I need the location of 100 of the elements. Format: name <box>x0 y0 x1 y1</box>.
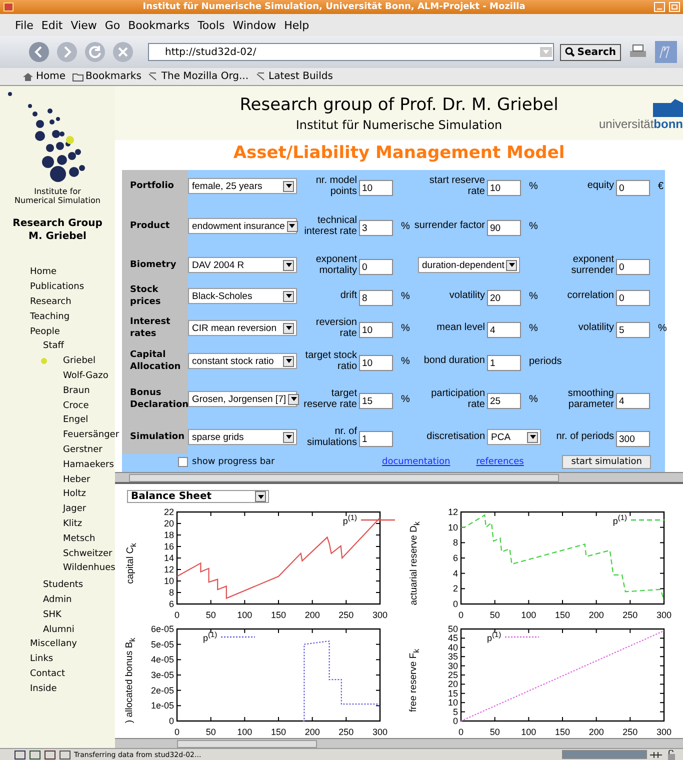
dropdown[interactable]: constant stock ratio <box>188 353 297 369</box>
dropdown[interactable]: duration-dependent <box>418 257 520 273</box>
dropdown[interactable]: female, 25 years <box>188 178 297 194</box>
number-field[interactable]: 5 <box>616 322 650 338</box>
scrollbar[interactable] <box>115 472 683 482</box>
text-link[interactable]: references <box>476 457 524 467</box>
number-field[interactable]: 15 <box>359 393 393 410</box>
number-field[interactable]: 1 <box>487 355 521 372</box>
address-field[interactable]: http://stud32d-02/ <box>148 43 554 61</box>
nav-link[interactable]: Admin <box>0 592 115 608</box>
number-field[interactable]: 0 <box>616 259 650 276</box>
menu-item[interactable]: Tools <box>194 16 228 34</box>
number-field[interactable]: 20 <box>487 290 521 306</box>
throbber-icon[interactable] <box>655 41 677 63</box>
nav-link[interactable]: Gerstner <box>0 442 115 458</box>
nav-link[interactable]: Wildenhues <box>0 560 115 576</box>
app-icon[interactable] <box>3 2 14 12</box>
page-title: Asset/Liability Management Model <box>232 142 566 165</box>
scrollbar[interactable] <box>115 738 683 748</box>
bookmark-link[interactable]: The Mozilla Org... <box>147 71 249 82</box>
nav-link[interactable]: Croce <box>0 398 115 413</box>
nav-link[interactable]: Publications <box>0 280 115 295</box>
number-field[interactable]: 0 <box>616 290 650 306</box>
number-field[interactable]: 4 <box>487 322 521 338</box>
nav-link[interactable]: Research <box>0 294 115 310</box>
text-link[interactable]: documentation <box>382 457 450 467</box>
number-field[interactable]: 10 <box>359 355 393 372</box>
dropdown[interactable]: Grosen, Jorgensen [7] <box>188 391 297 407</box>
menu-item[interactable]: Help <box>281 16 312 34</box>
nav-link[interactable]: Metsch <box>0 531 115 546</box>
bookmark-link[interactable]: Latest Builds <box>254 71 333 82</box>
number-field[interactable]: 0 <box>616 180 650 196</box>
nav-link[interactable]: Links <box>0 652 115 667</box>
nav-link[interactable]: Hamaekers <box>0 457 115 472</box>
back-button[interactable] <box>28 41 50 63</box>
start-button[interactable]: start simulation <box>562 455 651 469</box>
nav-link[interactable]: Alumni <box>0 622 115 637</box>
bookmark-link[interactable]: Home <box>22 71 66 82</box>
dropdown[interactable]: PCA <box>487 429 541 445</box>
number-field[interactable]: 10 <box>359 180 393 196</box>
number-field[interactable]: 0 <box>359 259 393 276</box>
nav-link[interactable]: Holtz <box>0 486 115 502</box>
tick-label: 10 <box>448 522 458 532</box>
search-button[interactable]: Search <box>560 44 621 60</box>
menu-item[interactable]: Bookmarks <box>125 16 193 34</box>
page-heading: Research group of Prof. Dr. M. Griebel <box>240 94 558 114</box>
tick-label: 200 <box>588 727 604 737</box>
dropdown[interactable]: Balance Sheet <box>127 490 269 503</box>
number-field[interactable]: 300 <box>616 431 650 448</box>
dropdown[interactable]: Black-Scholes <box>188 288 297 304</box>
nav-link[interactable]: Contact <box>0 666 115 682</box>
nav-link[interactable]: Jager <box>0 502 115 517</box>
stop-button[interactable] <box>112 41 134 63</box>
checkbox[interactable] <box>178 457 188 467</box>
maximize-button[interactable] <box>669 2 680 12</box>
reload-button[interactable] <box>84 41 106 63</box>
number-field[interactable]: 25 <box>487 393 521 410</box>
number-field[interactable]: 10 <box>359 322 393 338</box>
menu-item[interactable]: Go <box>102 16 124 34</box>
number-field[interactable]: 90 <box>487 220 521 236</box>
number-field[interactable]: 10 <box>487 180 521 196</box>
dropdown[interactable]: DAV 2004 R <box>188 257 297 273</box>
nav-link[interactable]: Braun <box>0 383 115 398</box>
status-icon[interactable] <box>29 750 41 760</box>
scrollbar-thumb[interactable] <box>177 740 317 748</box>
status-icon[interactable] <box>44 750 56 760</box>
scrollbar-thumb[interactable] <box>129 474 559 482</box>
nav-link[interactable]: Staff <box>0 338 115 354</box>
nav-link[interactable]: Wolf-Gazo <box>0 368 115 384</box>
menu-item[interactable]: View <box>68 16 100 34</box>
nav-link[interactable]: People <box>0 324 115 339</box>
nav-link[interactable]: Teaching <box>0 309 115 324</box>
field-label: volatility <box>448 290 486 302</box>
nav-link[interactable]: Griebel <box>0 354 115 369</box>
number-field[interactable]: 8 <box>359 290 393 306</box>
nav-link[interactable]: Inside <box>0 681 115 696</box>
number-field[interactable]: 3 <box>359 220 393 236</box>
nav-link[interactable]: Miscellany <box>0 636 115 652</box>
status-icon[interactable] <box>59 750 71 760</box>
number-field[interactable]: 4 <box>616 393 650 410</box>
nav-link[interactable]: Heber <box>0 472 115 487</box>
dropdown[interactable]: endowment insurance <box>188 218 297 234</box>
menu-item[interactable]: Window <box>230 16 280 34</box>
minimize-button[interactable] <box>654 2 665 12</box>
nav-link[interactable]: Engel <box>0 412 115 428</box>
dropdown-icon[interactable] <box>539 46 554 58</box>
menu-item[interactable]: File <box>12 16 36 34</box>
nav-link[interactable]: Home <box>0 265 115 280</box>
field-label: nr. of simulations <box>306 426 358 448</box>
nav-link[interactable]: Klitz <box>0 516 115 532</box>
status-icon[interactable] <box>14 750 26 760</box>
dropdown[interactable]: sparse grids <box>188 429 297 445</box>
number-field[interactable]: 1 <box>359 431 393 448</box>
forward-button[interactable] <box>56 41 78 63</box>
nav-link[interactable]: Schweitzer <box>0 546 115 561</box>
dropdown[interactable]: CIR mean reversion <box>188 320 297 336</box>
bookmark-link[interactable]: Bookmarks <box>72 71 142 82</box>
nav-link[interactable]: Students <box>0 578 115 593</box>
nav-link[interactable]: SHK <box>0 607 115 622</box>
menu-item[interactable]: Edit <box>38 16 66 34</box>
